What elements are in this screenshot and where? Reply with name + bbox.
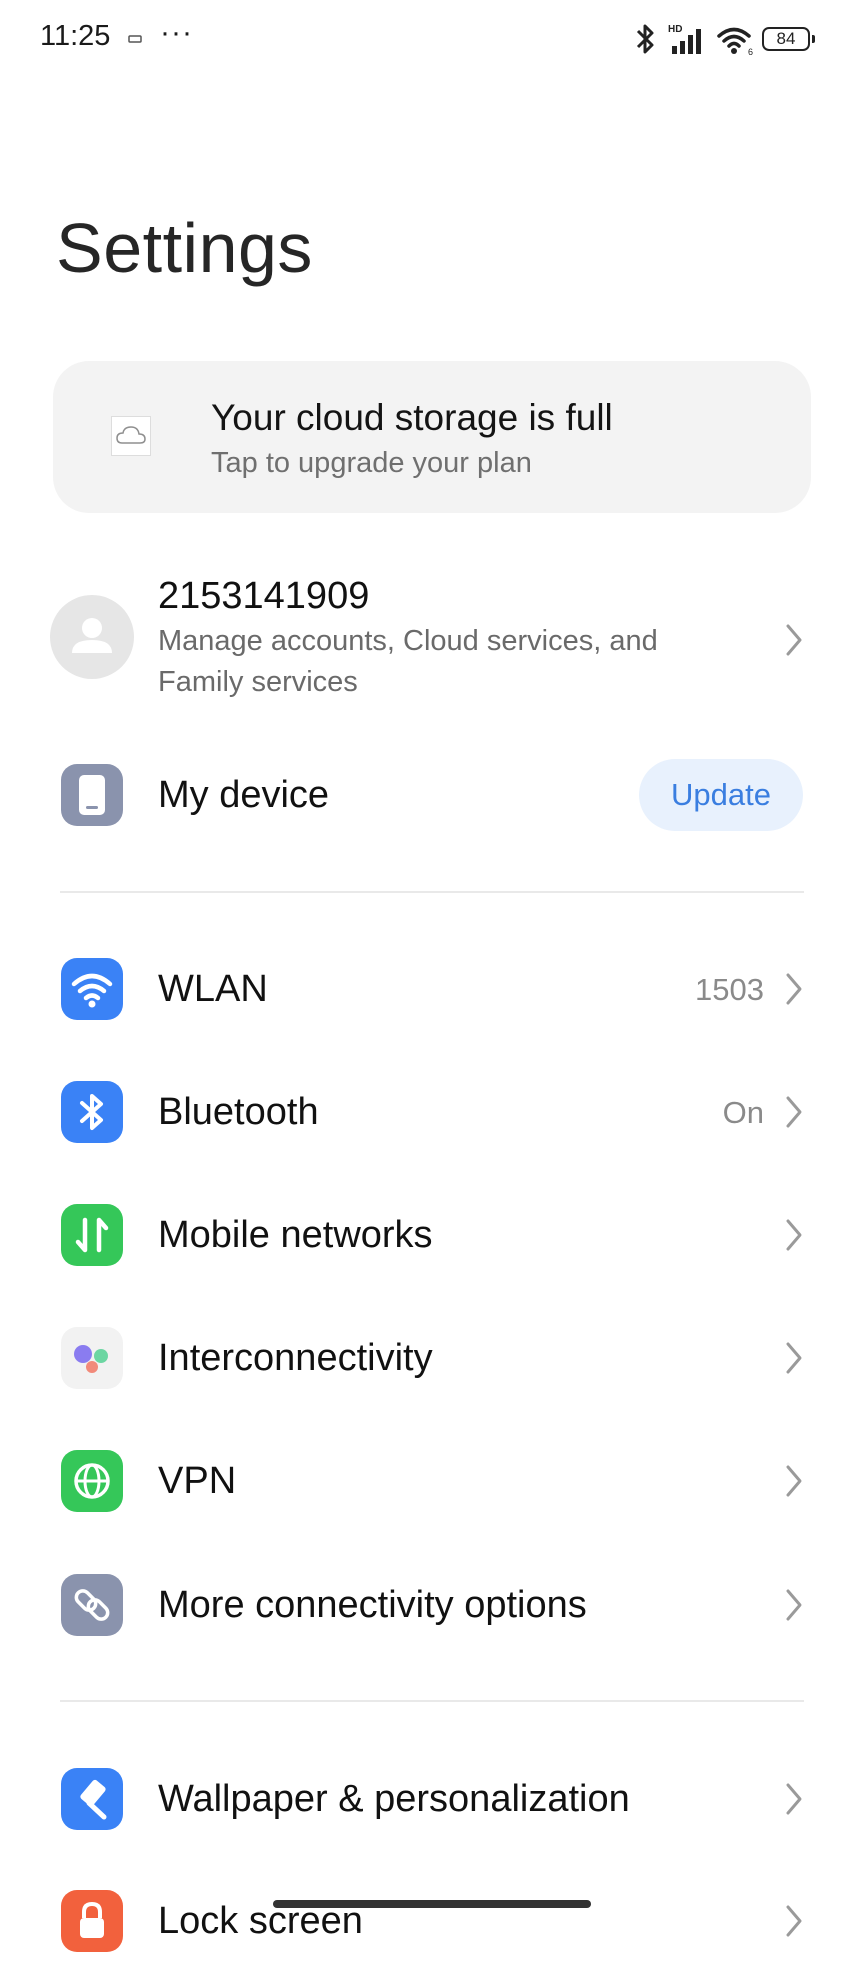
account-description: Manage accounts, Cloud services, and Fam… — [158, 625, 658, 698]
mobile-networks-row[interactable]: Mobile networks — [0, 1180, 864, 1290]
more-notifications-icon: ··· — [160, 16, 193, 49]
cloud-banner-title: Your cloud storage is full — [211, 397, 613, 438]
chevron-right-icon — [786, 1465, 802, 1497]
lock-screen-row[interactable]: Lock screen — [0, 1866, 864, 1976]
chevron-right-icon — [786, 1783, 802, 1815]
my-device-label: My device — [158, 774, 330, 816]
wallpaper-row[interactable]: Wallpaper & personalization — [0, 1744, 864, 1854]
battery-indicator: 84 — [762, 27, 815, 51]
wlan-label: WLAN — [158, 968, 268, 1010]
account-row[interactable]: 2153141909 Manage accounts, Cloud servic… — [0, 565, 864, 715]
vpn-row[interactable]: VPN — [0, 1426, 864, 1536]
interconnectivity-row[interactable]: Interconnectivity — [0, 1303, 864, 1413]
interconnectivity-icon — [61, 1327, 123, 1389]
mobile-data-icon — [61, 1204, 123, 1266]
bluetooth-label: Bluetooth — [158, 1091, 319, 1133]
more-connectivity-label: More connectivity options — [158, 1584, 587, 1626]
brush-icon — [61, 1768, 123, 1830]
bluetooth-icon — [61, 1081, 123, 1143]
status-time: 11:25 — [40, 20, 111, 52]
device-icon — [61, 764, 123, 826]
chevron-right-icon — [786, 1096, 802, 1128]
chevron-right-icon — [786, 624, 802, 656]
cellular-signal-icon: HD — [668, 24, 701, 54]
account-id: 2153141909 — [158, 575, 370, 617]
chevron-right-icon — [786, 1589, 802, 1621]
svg-text:6: 6 — [748, 47, 753, 56]
wlan-value: 1503 — [695, 972, 764, 1007]
notification-icon — [128, 35, 142, 43]
vpn-label: VPN — [158, 1460, 237, 1502]
wallpaper-label: Wallpaper & personalization — [158, 1778, 630, 1820]
bluetooth-status-icon — [636, 24, 654, 54]
more-connectivity-row[interactable]: More connectivity options — [0, 1550, 864, 1660]
my-device-row[interactable]: My device Update — [0, 740, 864, 850]
divider — [60, 891, 804, 893]
chevron-right-icon — [786, 1342, 802, 1374]
bluetooth-row[interactable]: Bluetooth On — [0, 1057, 864, 1167]
bluetooth-value: On — [722, 1095, 764, 1130]
wifi-status-icon: 6 — [717, 27, 753, 56]
home-indicator[interactable] — [273, 1900, 591, 1908]
globe-icon — [61, 1450, 123, 1512]
link-icon — [61, 1574, 123, 1636]
wlan-row[interactable]: WLAN 1503 — [0, 934, 864, 1044]
lock-icon — [61, 1890, 123, 1952]
cloud-banner-subtitle: Tap to upgrade your plan — [211, 447, 532, 479]
chevron-right-icon — [786, 1905, 802, 1937]
cloud-icon — [111, 416, 151, 456]
chevron-right-icon — [786, 1219, 802, 1251]
interconnectivity-label: Interconnectivity — [158, 1337, 433, 1379]
page-title: Settings — [56, 209, 313, 287]
person-icon — [72, 618, 112, 653]
wifi-icon — [61, 958, 123, 1020]
avatar — [50, 595, 134, 679]
chevron-right-icon — [786, 973, 802, 1005]
status-bar: 11:25 ··· HD 6 84 — [0, 0, 864, 80]
update-button[interactable]: Update — [639, 759, 803, 831]
svg-text:HD: HD — [668, 24, 682, 35]
mobile-networks-label: Mobile networks — [158, 1214, 433, 1256]
divider — [60, 1700, 804, 1702]
cloud-storage-banner[interactable]: Your cloud storage is full Tap to upgrad… — [53, 361, 811, 513]
